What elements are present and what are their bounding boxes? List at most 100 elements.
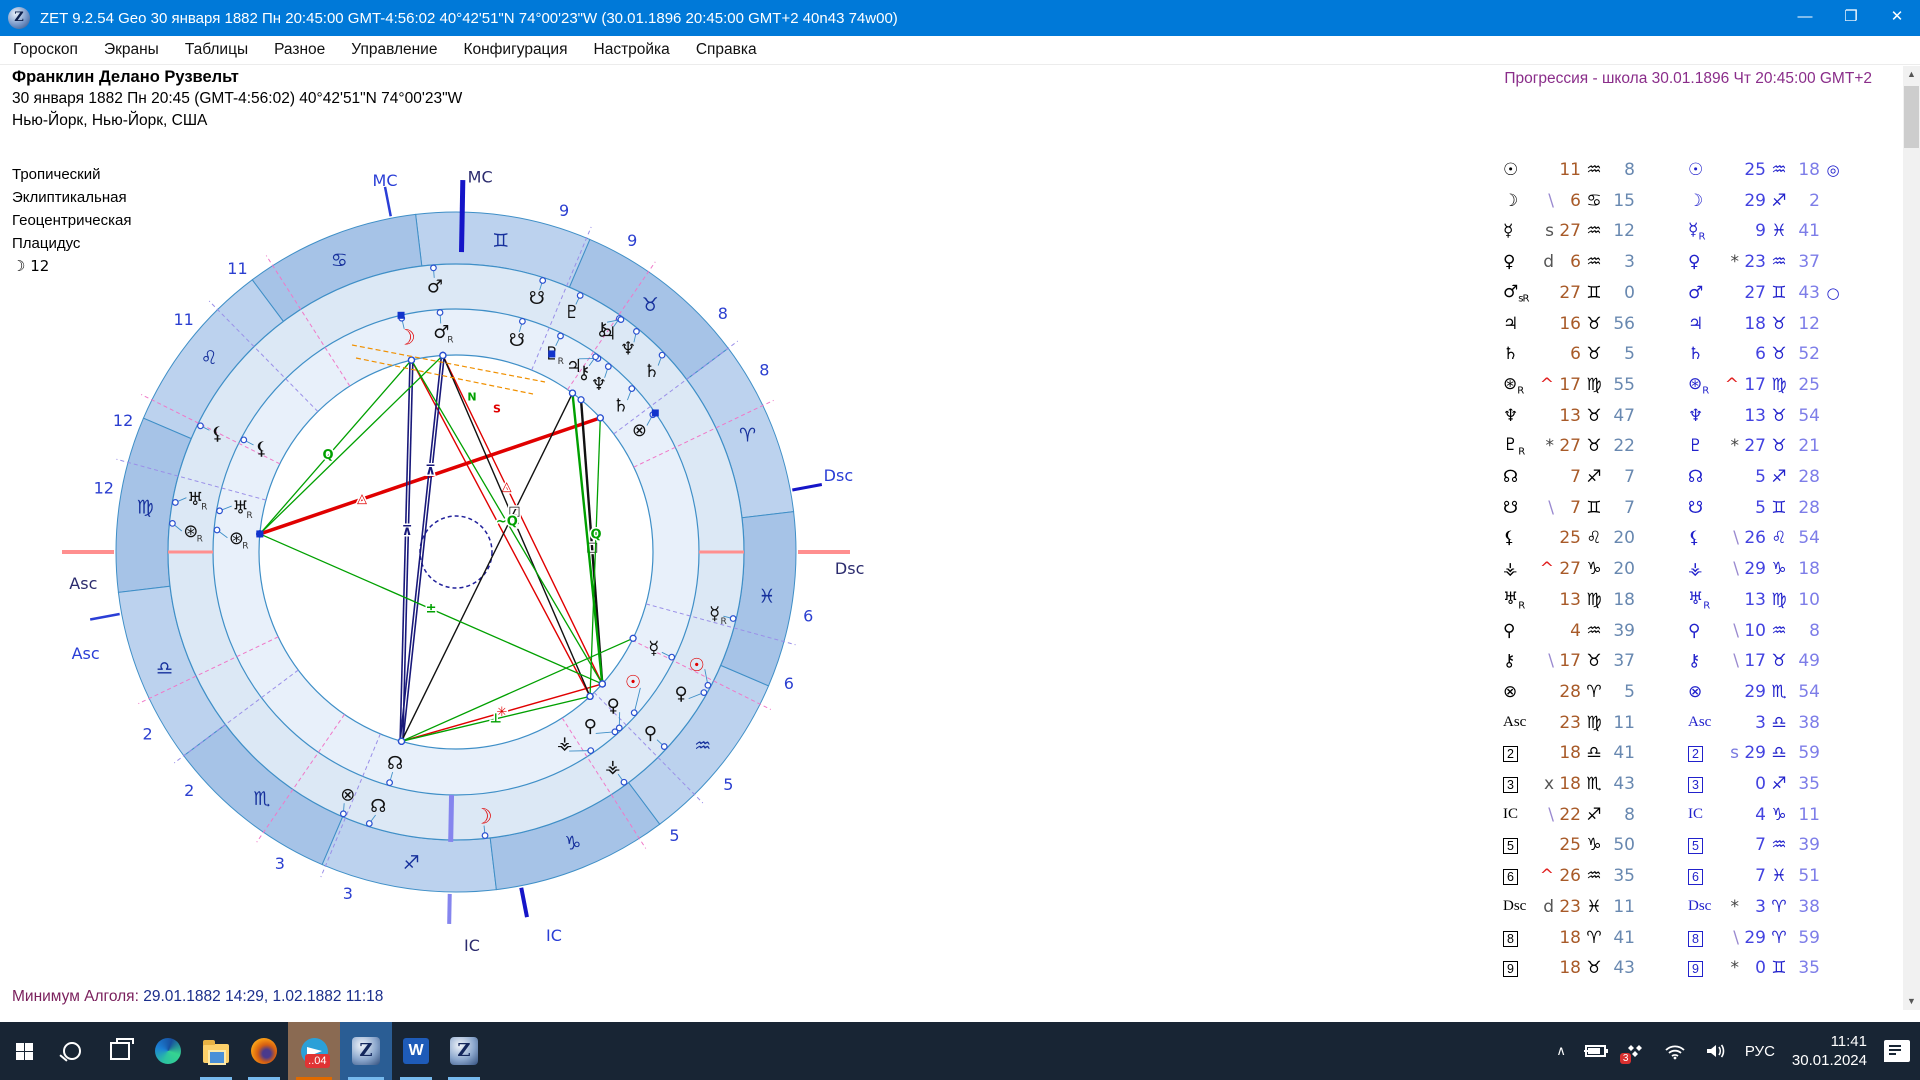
tray-time: 11:41: [1792, 1032, 1867, 1051]
sync-app-icon[interactable]: 3: [1626, 1042, 1646, 1060]
scroll-up-arrow[interactable]: ▲: [1903, 66, 1920, 83]
taskbar-item-firefox[interactable]: [240, 1022, 288, 1080]
svg-text:♇: ♇: [564, 302, 580, 323]
menu-item-5[interactable]: Управление: [338, 41, 450, 59]
table-row: ⊗29♏54: [1688, 677, 1846, 707]
table-cell: 6: [1688, 866, 1722, 886]
table-cell: ♇R: [1503, 435, 1537, 457]
svg-text:5: 5: [723, 775, 733, 794]
clock[interactable]: 11:41 30.01.2024: [1792, 1032, 1867, 1070]
svg-text:⚸: ⚸: [211, 424, 224, 445]
table-cell: ♊: [1581, 498, 1607, 518]
minimize-button[interactable]: —: [1782, 0, 1828, 36]
table-cell: ♒: [1581, 866, 1607, 886]
table-row: ⚲4♒39: [1503, 616, 1661, 646]
svg-text:☽: ☽: [474, 805, 493, 829]
table-cell: 6: [1554, 252, 1581, 272]
svg-text:⚲: ⚲: [644, 723, 657, 744]
volume-icon[interactable]: [1704, 1042, 1728, 1060]
taskbar-item-word[interactable]: W: [392, 1022, 440, 1080]
table-cell: ♈: [1581, 928, 1607, 948]
table-cell: 3: [1688, 774, 1722, 794]
taskbar-item-zet-active[interactable]: Z: [340, 1022, 392, 1080]
table-cell: ☽: [1503, 191, 1537, 211]
language-indicator[interactable]: РУС: [1745, 1043, 1775, 1060]
notification-center-icon[interactable]: [1884, 1040, 1910, 1062]
taskbar-item-explorer[interactable]: [192, 1022, 240, 1080]
table-cell: ♏: [1766, 682, 1792, 702]
table-cell: \: [1537, 191, 1554, 211]
menu-item-1[interactable]: Гороскоп: [0, 41, 91, 59]
table-cell: 7: [1739, 866, 1766, 886]
table-cell: 54: [1792, 528, 1820, 548]
table-row: ♅R13♍18: [1503, 585, 1661, 615]
scrollbar[interactable]: ▲ ▼: [1903, 66, 1920, 1010]
status-value: 29.01.1882 14:29, 1.02.1882 11:18: [139, 988, 384, 1005]
table-cell: 7: [1739, 835, 1766, 855]
table-cell: 29: [1739, 743, 1766, 763]
menu-item-6[interactable]: Конфигурация: [450, 41, 580, 59]
wifi-icon[interactable]: [1663, 1042, 1687, 1060]
menu-item-4[interactable]: Разное: [261, 41, 338, 59]
table-cell: ♎: [1766, 713, 1792, 733]
start-button[interactable]: [0, 1022, 48, 1080]
table-cell: 9: [1688, 958, 1722, 978]
search-icon: [63, 1042, 81, 1060]
table-cell: 27: [1554, 559, 1581, 579]
table-cell: x: [1537, 774, 1554, 794]
table-row: ☿s27♒12: [1503, 216, 1661, 246]
table-cell: 51: [1792, 866, 1820, 886]
table-cell: 17: [1554, 651, 1581, 671]
task-view-button[interactable]: [96, 1022, 144, 1080]
table-cell: 4: [1554, 621, 1581, 641]
table-cell: ♅R: [1503, 589, 1537, 611]
table-cell: 5: [1503, 835, 1537, 855]
table-cell: ♐: [1581, 467, 1607, 487]
table-cell: 3: [1739, 897, 1766, 917]
battery-icon[interactable]: [1583, 1043, 1609, 1059]
table-row: Dsc*3♈38: [1688, 892, 1846, 922]
menu-item-8[interactable]: Справка: [683, 41, 770, 59]
table-row: 525♑50: [1503, 830, 1661, 860]
table-cell: ⚷: [1688, 651, 1722, 671]
table-cell: 2: [1792, 191, 1820, 211]
table-cell: ♎: [1766, 743, 1792, 763]
table-cell: 27: [1554, 436, 1581, 456]
table-cell: 55: [1607, 375, 1635, 395]
menu-item-2[interactable]: Экраны: [91, 41, 172, 59]
taskbar-item-edge[interactable]: [144, 1022, 192, 1080]
table-cell: ♅R: [1688, 589, 1722, 611]
table-cell: ♏: [1581, 774, 1607, 794]
restore-button[interactable]: ❐: [1828, 0, 1874, 36]
svg-text:5: 5: [669, 826, 679, 845]
table-row: ☽29♐2: [1688, 186, 1846, 216]
svg-text:Q: Q: [323, 448, 334, 463]
menu-item-7[interactable]: Настройка: [581, 41, 683, 59]
search-button[interactable]: [48, 1022, 96, 1080]
scrollbar-thumb[interactable]: [1904, 86, 1919, 148]
scroll-down-arrow[interactable]: ▼: [1903, 993, 1920, 1010]
table-cell: 21: [1792, 436, 1820, 456]
table-cell: 17: [1739, 375, 1766, 395]
table-row: Dscd23♓11: [1503, 892, 1661, 922]
svg-text:♄: ♄: [643, 361, 659, 382]
svg-text:☉: ☉: [689, 655, 705, 676]
table-row: ⊛R^17♍25: [1688, 370, 1846, 400]
table-cell: 13: [1554, 590, 1581, 610]
menu-item-3[interactable]: Таблицы: [172, 41, 261, 59]
table-cell: ♐: [1766, 467, 1792, 487]
taskbar-item-telegram[interactable]: ..04: [288, 1022, 340, 1080]
table-row: ♃16♉56: [1503, 309, 1661, 339]
table-cell: 41: [1607, 743, 1635, 763]
tray-expand-chevron-icon[interactable]: ∧: [1556, 1043, 1566, 1059]
table-cell: ♐: [1766, 191, 1792, 211]
table-row: ♇R*27♉22: [1503, 431, 1661, 461]
table-cell: ♐: [1766, 774, 1792, 794]
table-row: ☿R9♓41: [1688, 216, 1846, 246]
table-row: ♂sR27♊0: [1503, 278, 1661, 308]
table-cell: s: [1722, 743, 1739, 763]
table-cell: 38: [1792, 897, 1820, 917]
taskbar-item-zet2[interactable]: Z: [440, 1022, 488, 1080]
table-cell: ⊛R: [1503, 374, 1537, 396]
close-button[interactable]: ✕: [1874, 0, 1920, 36]
